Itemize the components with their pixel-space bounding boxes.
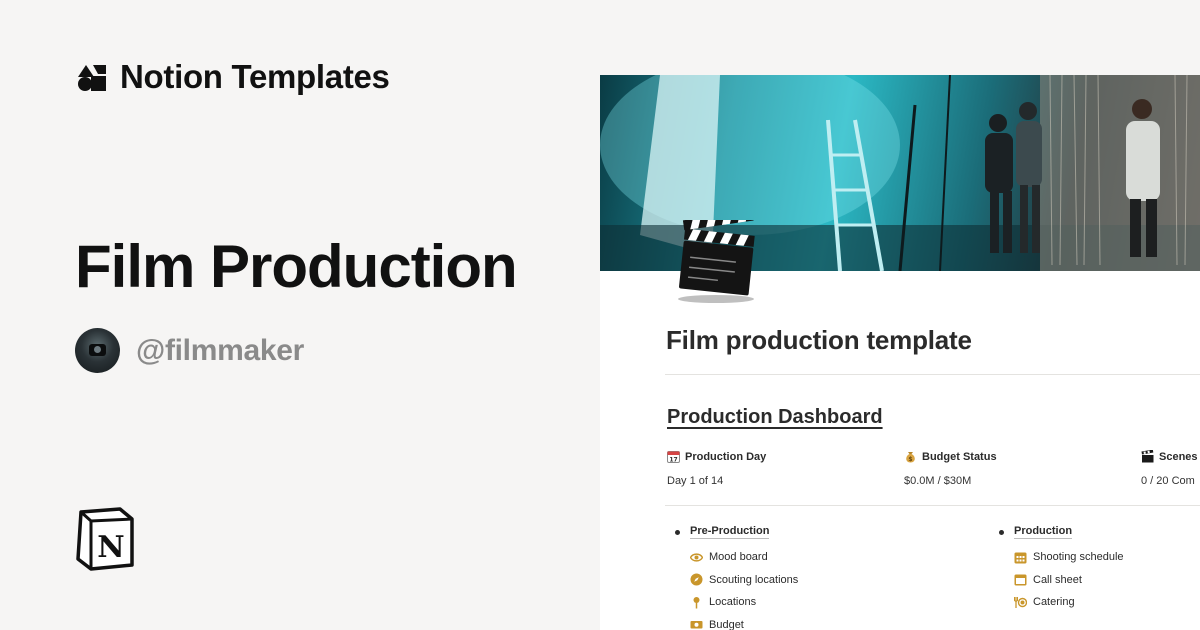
clapper-icon <box>1141 450 1154 463</box>
notion-logo-icon: N <box>76 507 134 571</box>
calendar-icon: 17 <box>667 451 680 463</box>
list-item: Production <box>992 524 1124 540</box>
svg-text:N: N <box>97 530 124 565</box>
calendar-sheet-icon <box>1014 574 1027 586</box>
money-icon <box>690 621 703 629</box>
bullet-dot <box>999 529 1004 535</box>
call-sheet-link[interactable]: Call sheet <box>1014 569 1124 592</box>
clapper-board-icon <box>678 220 755 303</box>
bullet-dot <box>675 529 680 535</box>
list-item: Pre-Production <box>668 524 798 540</box>
svg-text:17: 17 <box>669 456 677 463</box>
budget-link[interactable]: Budget <box>690 614 798 630</box>
sub-item-label: Mood board <box>709 551 768 564</box>
page-title: Film production template <box>666 325 972 355</box>
stat-value: Day 1 of 14 <box>667 475 724 487</box>
stat-label: Production Day <box>685 450 767 463</box>
scouting-locations-link[interactable]: Scouting locations <box>690 569 798 592</box>
shooting-schedule-link[interactable]: Shooting schedule <box>1014 546 1124 569</box>
sub-item-label: Scouting locations <box>709 573 799 586</box>
stats-divider <box>665 505 1200 506</box>
money-bag-icon: $ <box>906 452 915 463</box>
author-handle[interactable]: @filmmaker <box>136 334 304 368</box>
notion-templates-shapes-icon <box>78 65 106 91</box>
camera-operator-avatar <box>75 328 120 373</box>
sub-item-label: Call sheet <box>1033 573 1082 586</box>
author-byline[interactable]: @filmmaker <box>75 328 304 373</box>
stat-label: Scenes <box>1159 450 1198 463</box>
sub-item-label: Locations <box>709 596 757 609</box>
stat-value: $0.0M / $30M <box>904 475 972 487</box>
production-link[interactable]: Production <box>1014 525 1073 539</box>
catering-link[interactable]: Catering <box>1014 591 1124 614</box>
svg-text:$: $ <box>908 456 912 463</box>
stat-budget-status: $ Budget Status $0.0M / $30M <box>904 450 997 488</box>
sub-item-label: Catering <box>1033 596 1075 609</box>
brand-name: Notion Templates <box>120 58 390 95</box>
pre-production-link[interactable]: Pre-Production <box>690 525 770 539</box>
brand-header: Notion Templates <box>76 58 390 96</box>
calendar-grid-icon <box>1014 552 1027 564</box>
stat-production-day: 17 Production Day Day 1 of 14 <box>667 450 766 487</box>
map-pin-icon <box>693 596 700 609</box>
sub-item-label: Budget <box>709 618 744 630</box>
hero-title: Film Production <box>75 233 518 300</box>
compass-icon <box>690 573 703 586</box>
stat-label: Budget Status <box>922 450 997 463</box>
pre-production-column: Pre-Production Mood board Scouting locat… <box>668 524 798 630</box>
sub-item-label: Shooting schedule <box>1033 551 1124 564</box>
template-page-preview: Film production template Production Dash… <box>600 75 1200 630</box>
mood-board-link[interactable]: Mood board <box>690 546 798 569</box>
stat-scenes: Scenes 0 / 20 Com <box>1141 450 1198 487</box>
production-column: Production Shooting schedule Call sheet … <box>992 524 1124 614</box>
locations-link[interactable]: Locations <box>690 591 798 614</box>
stat-value: 0 / 20 Com <box>1141 475 1195 487</box>
eye-icon <box>690 553 703 562</box>
title-divider <box>665 374 1200 375</box>
production-dashboard-link[interactable]: Production Dashboard <box>667 406 883 429</box>
utensils-icon <box>1014 596 1027 608</box>
